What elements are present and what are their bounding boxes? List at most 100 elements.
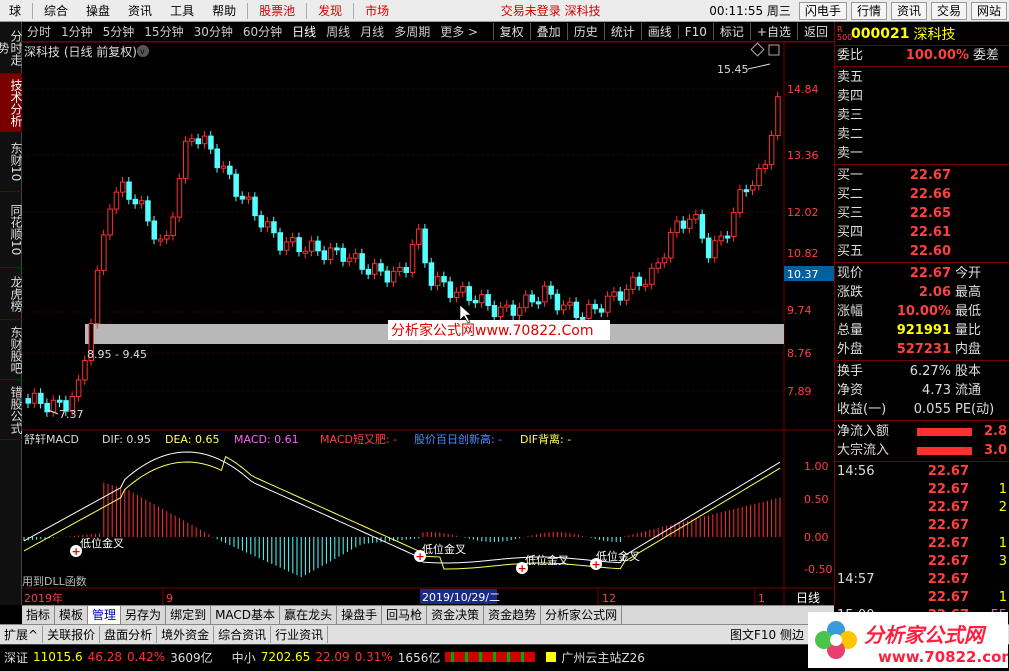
candle-body <box>101 234 107 271</box>
tab-fund-trend[interactable]: 资金趋势 <box>484 605 542 625</box>
tab-tonghuashun-10[interactable]: 同花顺10 <box>0 192 23 268</box>
quote-button[interactable]: 行情 <box>850 1 887 20</box>
price-tick: 10.82 <box>787 247 819 260</box>
menu-item-zixun[interactable]: 资讯 <box>119 0 161 22</box>
candle-body <box>94 269 101 325</box>
stat-label: 外盘 <box>837 342 864 357</box>
tab-fund-decision[interactable]: 资金决策 <box>427 605 485 625</box>
tab-huimaqiang[interactable]: 回马枪 <box>382 605 428 625</box>
tick-time <box>837 535 885 553</box>
statistics-button[interactable]: 统计 <box>603 23 641 40</box>
macd-axis: 1.00 0.50 0.00 -0.50 <box>804 460 832 576</box>
tick-time <box>837 517 885 535</box>
trade-button[interactable]: 交易 <box>930 1 967 20</box>
period-timeshare[interactable]: 分时 <box>22 23 56 40</box>
signal-label: 低位金叉 <box>525 553 569 567</box>
price-tick: 12.02 <box>787 206 819 219</box>
period-15min[interactable]: 15分钟 <box>139 23 188 40</box>
period-5min[interactable]: 5分钟 <box>98 23 140 40</box>
watermark-text: 分析家公式网www.70822.Com <box>391 322 593 339</box>
tick-time <box>837 499 885 517</box>
tab-manage[interactable]: 管理 <box>88 605 122 625</box>
candle-body <box>75 379 82 397</box>
period-more[interactable]: 更多 > <box>435 23 483 40</box>
tab-indicator[interactable]: 指标 <box>22 605 56 625</box>
history-button[interactable]: 历史 <box>566 23 604 40</box>
mark-button[interactable]: 标记 <box>712 23 750 40</box>
sz-index-amount: 3609亿 <box>170 650 213 665</box>
tab-template[interactable]: 模板 <box>55 605 89 625</box>
foreign-funds-tab[interactable]: 境外资金 <box>157 626 215 643</box>
price-tick: 7.89 <box>787 385 812 398</box>
server-name: 广州云主站Z26 <box>561 650 645 665</box>
menu-item-gongju[interactable]: 工具 <box>161 0 203 22</box>
menu-item-shichang[interactable]: 市场 <box>356 0 398 22</box>
tab-timeshare[interactable]: 分时走势 <box>0 22 23 74</box>
tab-trader[interactable]: 操盘手 <box>337 605 383 625</box>
f10-side-button[interactable]: 图文F10 侧边 <box>726 626 809 643</box>
industry-news-tab[interactable]: 行业资讯 <box>271 626 329 643</box>
sme-index-label: 中小 <box>231 650 256 665</box>
candle-body <box>743 189 750 193</box>
tab-formula[interactable]: 错股公式 <box>0 380 23 440</box>
chart-area[interactable]: v 深科技 (日线 前复权) 14.84 13.36 12.02 9.74 8.… <box>22 41 834 605</box>
flow-row: 大宗流入 3.0 <box>835 441 1009 460</box>
tab-save-as[interactable]: 另存为 <box>121 605 167 625</box>
tick-price: 22.67 <box>927 572 969 587</box>
overlay-button[interactable]: 叠加 <box>529 23 567 40</box>
tick-list[interactable]: 14:56 22.67 22.67 1 22.67 2 22.67 22.67 1 22.67 3 1… <box>835 463 1009 625</box>
price-tick: 9.74 <box>787 304 812 317</box>
tab-macd-basic[interactable]: MACD基本 <box>211 605 281 625</box>
tab-dragon-head[interactable]: 赢在龙头 <box>280 605 338 625</box>
lightning-trade-button[interactable]: 闪电手 <box>798 1 847 20</box>
tick-volume: 2 <box>998 500 1007 515</box>
menu-item-faxian[interactable]: 发现 <box>309 0 351 22</box>
menu-item-gupiaochi[interactable]: 股票池 <box>250 0 304 22</box>
candle-body <box>57 399 63 403</box>
flow-value: 3.0 <box>983 443 1007 458</box>
website-button[interactable]: 网站 <box>970 1 1007 20</box>
period-weekly[interactable]: 周线 <box>321 23 355 40</box>
menu-item-bangzhu[interactable]: 帮助 <box>203 0 245 22</box>
related-quote-tab[interactable]: 关联报价 <box>43 626 101 643</box>
draw-line-button[interactable]: 画线 <box>640 23 678 40</box>
period-monthly[interactable]: 月线 <box>355 23 389 40</box>
trade-login-status[interactable]: 交易未登录 深科技 <box>398 2 703 19</box>
buy-volume <box>955 242 1007 261</box>
period-60min[interactable]: 60分钟 <box>238 23 287 40</box>
maximize-icon[interactable] <box>768 44 780 56</box>
period-multi[interactable]: 多周期 <box>389 23 435 40</box>
candle-body <box>82 360 88 381</box>
tab-technical[interactable]: 技术分析 <box>0 74 23 132</box>
stat-row: 收益(一) 0.055 PE(动) <box>835 400 1009 419</box>
period-30min[interactable]: 30分钟 <box>189 23 238 40</box>
tab-eastmoney-10[interactable]: 东财10 <box>0 132 23 192</box>
candle-body <box>138 200 145 205</box>
menu-item-caopan[interactable]: 操盘 <box>77 0 119 22</box>
candle-body <box>687 218 693 229</box>
menu-item-zonghe[interactable]: 综合 <box>35 0 77 22</box>
f10-button[interactable]: F10 <box>677 24 713 39</box>
diamond-icon[interactable] <box>750 42 765 57</box>
tab-eastmoney-forum[interactable]: 东财股吧 <box>0 320 23 380</box>
period-1min[interactable]: 1分钟 <box>56 23 98 40</box>
period-daily[interactable]: 日线 <box>287 23 321 40</box>
buy-price: 22.60 <box>909 244 951 259</box>
general-news-tab[interactable]: 综合资讯 <box>214 626 272 643</box>
code-prefix: R 500 <box>837 24 853 42</box>
candle-body <box>579 316 586 320</box>
macd-name[interactable]: 舒轩MACD <box>24 432 79 446</box>
tab-bind[interactable]: 绑定到 <box>166 605 212 625</box>
back-button[interactable]: 返回 <box>796 23 834 40</box>
expand-button[interactable]: 扩展^ <box>0 626 44 643</box>
news-button[interactable]: 资讯 <box>890 1 927 20</box>
period-indicator[interactable]: 日线 <box>796 591 820 605</box>
tab-fxj-formula[interactable]: 分析家公式网 <box>541 605 623 625</box>
adjust-button[interactable]: 复权 <box>492 23 530 40</box>
add-watchlist-button[interactable]: +自选 <box>749 23 797 40</box>
market-analysis-tab[interactable]: 盘面分析 <box>100 626 158 643</box>
tab-dragon-tiger[interactable]: 龙虎榜 <box>0 268 23 320</box>
candle-body <box>504 304 510 308</box>
menu-item-qiu[interactable]: 球 <box>0 0 30 22</box>
stock-code: 000021 <box>851 25 910 42</box>
